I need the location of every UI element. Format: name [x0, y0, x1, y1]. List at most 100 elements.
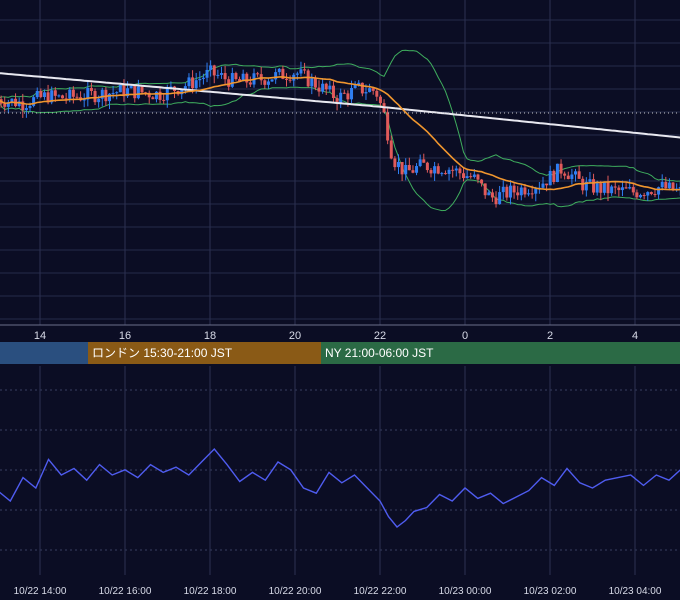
candle-body	[205, 69, 209, 78]
candle-body	[505, 186, 509, 198]
session-tokyo	[0, 342, 88, 364]
candle-body	[230, 73, 234, 87]
x-tick-label: 16	[119, 330, 131, 342]
candle-body	[342, 92, 346, 94]
oscillator-pane	[0, 366, 680, 600]
candle-body	[53, 90, 57, 96]
candle-body	[89, 87, 93, 91]
candle-body	[129, 85, 133, 89]
candle-body	[313, 78, 317, 88]
candle-body	[664, 181, 668, 189]
candle-body	[28, 105, 32, 109]
candle-body	[288, 79, 292, 81]
candle-body	[162, 99, 166, 101]
candle-body	[649, 192, 653, 194]
candle-body	[483, 183, 487, 196]
candle-body	[42, 92, 46, 97]
x-tick-label: 4	[632, 330, 638, 342]
osc-x-tick-label: 10/22 22:00	[354, 586, 407, 597]
osc-x-tick-label: 10/22 20:00	[269, 586, 322, 597]
candle-body	[61, 95, 65, 99]
candle-body	[447, 169, 451, 174]
candle-body	[653, 193, 657, 195]
candle-body	[24, 108, 28, 111]
candle-body	[212, 65, 216, 76]
candle-body	[248, 82, 252, 85]
candle-body	[508, 185, 512, 198]
candle-body	[552, 170, 556, 183]
candle-body	[624, 187, 628, 189]
candle-body	[429, 170, 433, 174]
osc-x-tick-label: 10/23 02:00	[524, 586, 577, 597]
candle-body	[140, 86, 144, 93]
candle-body	[107, 93, 111, 102]
candle-body	[263, 80, 267, 85]
candle-body	[534, 188, 538, 194]
candle-body	[635, 192, 639, 198]
x-tick-label: 20	[289, 330, 301, 342]
candle-body	[512, 185, 516, 193]
candle-body	[642, 195, 646, 197]
candle-body	[555, 163, 559, 183]
candle-body	[133, 85, 137, 99]
candle-body	[628, 187, 632, 189]
candle-body	[256, 73, 260, 75]
candle-body	[306, 70, 310, 87]
candle-body	[476, 174, 480, 180]
candle-body	[310, 78, 314, 87]
candle-body	[599, 183, 603, 193]
candle-body	[404, 164, 408, 175]
candle-body	[519, 187, 523, 196]
candle-body	[324, 83, 328, 90]
candle-body	[321, 83, 325, 92]
x-tick-label: 14	[34, 330, 46, 342]
candle-body	[411, 170, 415, 173]
x-tick-label: 2	[547, 330, 553, 342]
candle-body	[646, 192, 650, 196]
candle-body	[71, 89, 75, 97]
candle-body	[415, 166, 419, 173]
candle-body	[295, 73, 299, 75]
candle-body	[639, 195, 643, 198]
candle-body	[516, 192, 520, 196]
candle-body	[570, 174, 574, 180]
candle-body	[346, 93, 350, 100]
candle-body	[75, 96, 79, 98]
candle-body	[111, 92, 115, 94]
candle-body	[454, 168, 458, 171]
candle-body	[154, 91, 158, 100]
candle-body	[219, 73, 223, 75]
candle-body	[198, 78, 202, 81]
x-tick-label: 0	[462, 330, 468, 342]
candle-body	[494, 197, 498, 205]
session-ny: NY 21:00-06:00 JST	[321, 342, 680, 364]
main-pane	[0, 0, 680, 325]
candle-body	[667, 182, 671, 189]
candle-body	[620, 187, 624, 191]
candle-body	[201, 77, 205, 79]
candle-body	[299, 69, 303, 74]
candle-body	[375, 90, 379, 97]
session-london-label: ロンドン 15:30-21:00 JST	[92, 346, 233, 360]
candle-body	[422, 159, 426, 163]
candle-body	[436, 166, 440, 174]
candle-body	[613, 186, 617, 188]
candle-body	[490, 192, 494, 198]
candle-body	[548, 170, 552, 186]
candle-body	[266, 81, 270, 85]
osc-x-tick-label: 10/22 16:00	[99, 586, 152, 597]
candle-body	[303, 69, 307, 71]
candle-body	[118, 84, 122, 93]
candle-body	[234, 73, 238, 80]
candle-body	[472, 174, 476, 177]
osc-x-tick-label: 10/22 18:00	[184, 586, 237, 597]
candle-body	[660, 181, 664, 188]
candle-body	[389, 140, 393, 159]
candle-body	[433, 166, 437, 174]
candle-body	[566, 175, 570, 180]
candle-body	[462, 173, 466, 178]
candle-body	[57, 95, 61, 97]
candle-body	[364, 92, 368, 94]
candle-body	[277, 68, 281, 73]
candle-body	[368, 88, 372, 93]
